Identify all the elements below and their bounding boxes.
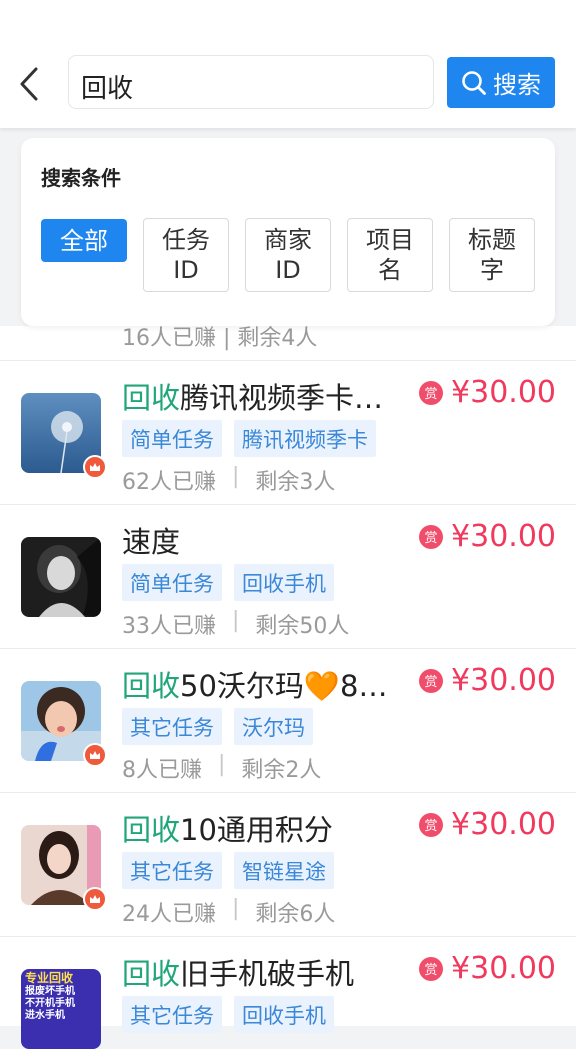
task-item[interactable]: 专业回收 报废坏手机 不开机手机 进水手机 回收旧手机破手机 赏 ¥30.00 …	[0, 936, 576, 1049]
price-amount: ¥30.00	[451, 663, 556, 698]
banner-line: 报废坏手机	[25, 986, 75, 997]
remaining-count: 剩余2人	[241, 758, 322, 783]
panel-title: 搜索条件	[41, 166, 121, 190]
crown-badge-icon	[83, 743, 107, 767]
reward-badge: 赏	[419, 668, 444, 693]
banner-line: 专业回收	[25, 971, 74, 985]
search-icon	[462, 70, 486, 95]
task-title: 回收10通用积分	[122, 807, 394, 849]
chip-project-name[interactable]: 项目 名	[347, 218, 433, 292]
chip-all[interactable]: 全部	[41, 219, 127, 262]
task-stats: 24人已赚 | 剩余6人	[122, 896, 335, 928]
chip-label: 项目 名	[366, 226, 414, 284]
remaining-count: 剩余6人	[255, 902, 336, 927]
task-title: 回收50沃尔玛🧡8…	[122, 663, 394, 705]
task-item[interactable]: 速度 赏 ¥30.00 简单任务 回收手机 33人已赚 | 剩余50人	[0, 504, 576, 648]
project-tag: 沃尔玛	[234, 708, 313, 745]
earned-count: 8人已赚	[122, 758, 202, 783]
task-thumbnail	[21, 537, 101, 617]
separator: |	[232, 464, 240, 489]
search-input[interactable]: 回收	[68, 55, 434, 109]
earned-count: 62人已赚	[122, 470, 216, 495]
task-type-tag: 其它任务	[122, 996, 222, 1033]
separator: |	[232, 896, 240, 921]
thumbnail-banner: 专业回收 报废坏手机 不开机手机 进水手机	[25, 971, 97, 1022]
title-rest: 50沃尔玛🧡8…	[180, 669, 388, 703]
partial-list-item: 16人已赚 | 剩余4人	[0, 326, 576, 360]
price-amount: ¥30.00	[451, 375, 556, 410]
project-tag: 腾讯视频季卡	[234, 420, 376, 457]
remaining-count: 剩余50人	[255, 614, 350, 639]
title-rest: 速度	[122, 525, 181, 559]
task-item[interactable]: 回收10通用积分 赏 ¥30.00 其它任务 智链星途 24人已赚 | 剩余6人	[0, 792, 576, 936]
title-highlight: 回收	[122, 813, 181, 847]
price-amount: ¥30.00	[451, 951, 556, 986]
chip-label: 全部	[60, 226, 108, 255]
task-tags: 其它任务 沃尔玛	[122, 708, 313, 745]
project-tag: 回收手机	[234, 996, 334, 1033]
reward-badge: 赏	[419, 380, 444, 405]
banner-line: 进水手机	[25, 1010, 65, 1021]
price-amount: ¥30.00	[451, 519, 556, 554]
task-title: 速度	[122, 519, 394, 561]
crown-badge-icon	[83, 887, 107, 911]
chip-label: 任务 ID	[162, 226, 210, 284]
title-rest: 旧手机破手机	[180, 957, 355, 991]
title-highlight: 回收	[122, 669, 181, 703]
task-price: 赏 ¥30.00	[419, 807, 556, 842]
project-tag: 智链星途	[234, 852, 334, 889]
search-query: 回收	[81, 74, 134, 104]
price-amount: ¥30.00	[451, 807, 556, 842]
task-tags: 其它任务 智链星途	[122, 852, 334, 889]
task-item[interactable]: 回收腾讯视频季卡… 赏 ¥30.00 简单任务 腾讯视频季卡 62人已赚 | 剩…	[0, 360, 576, 504]
separator: |	[218, 752, 226, 777]
chip-merchant-id[interactable]: 商家 ID	[245, 218, 331, 292]
search-button-label: 搜索	[493, 71, 541, 99]
search-header: 回收 搜索	[0, 0, 576, 128]
task-item[interactable]: 回收50沃尔玛🧡8… 赏 ¥30.00 其它任务 沃尔玛 8人已赚 | 剩余2人	[0, 648, 576, 792]
reward-badge: 赏	[419, 812, 444, 837]
chip-task-id[interactable]: 任务 ID	[143, 218, 229, 292]
search-conditions-panel: 搜索条件 全部 任务 ID 商家 ID 项目 名 标题 字	[21, 138, 555, 326]
task-price: 赏 ¥30.00	[419, 375, 556, 410]
task-thumbnail: 专业回收 报废坏手机 不开机手机 进水手机	[21, 969, 101, 1049]
chip-label: 标题 字	[468, 226, 516, 284]
task-type-tag: 其它任务	[122, 852, 222, 889]
task-stats: 33人已赚 | 剩余50人	[122, 608, 349, 640]
banner-line: 不开机手机	[25, 998, 75, 1009]
project-tag: 回收手机	[234, 564, 334, 601]
chip-title-keyword[interactable]: 标题 字	[449, 218, 535, 292]
reward-badge: 赏	[419, 956, 444, 981]
remaining-count: 剩余3人	[255, 470, 336, 495]
crown-badge-icon	[83, 455, 107, 479]
chevron-left-icon	[20, 67, 38, 101]
task-stats: 8人已赚 | 剩余2人	[122, 752, 321, 784]
task-tags: 其它任务 回收手机	[122, 996, 334, 1033]
chip-label: 商家 ID	[264, 226, 312, 284]
title-highlight: 回收	[122, 957, 181, 991]
task-type-tag: 简单任务	[122, 564, 222, 601]
back-button[interactable]	[14, 64, 44, 104]
reward-badge: 赏	[419, 524, 444, 549]
earned-count: 33人已赚	[122, 614, 216, 639]
task-tags: 简单任务 腾讯视频季卡	[122, 420, 376, 457]
task-price: 赏 ¥30.00	[419, 519, 556, 554]
task-type-tag: 简单任务	[122, 420, 222, 457]
partial-stats: 16人已赚 | 剩余4人	[122, 326, 318, 351]
task-title: 回收腾讯视频季卡…	[122, 375, 394, 417]
task-tags: 简单任务 回收手机	[122, 564, 334, 601]
earned-count: 24人已赚	[122, 902, 216, 927]
portrait-image	[21, 537, 101, 617]
task-type-tag: 其它任务	[122, 708, 222, 745]
task-list: 回收腾讯视频季卡… 赏 ¥30.00 简单任务 腾讯视频季卡 62人已赚 | 剩…	[0, 360, 576, 1049]
title-highlight: 回收	[122, 381, 181, 415]
search-button[interactable]: 搜索	[447, 57, 555, 108]
separator: |	[232, 608, 240, 633]
title-rest: 腾讯视频季卡…	[180, 381, 384, 415]
title-rest: 10通用积分	[180, 813, 333, 847]
task-price: 赏 ¥30.00	[419, 663, 556, 698]
task-stats: 62人已赚 | 剩余3人	[122, 464, 335, 496]
task-title: 回收旧手机破手机	[122, 951, 394, 993]
task-price: 赏 ¥30.00	[419, 951, 556, 986]
